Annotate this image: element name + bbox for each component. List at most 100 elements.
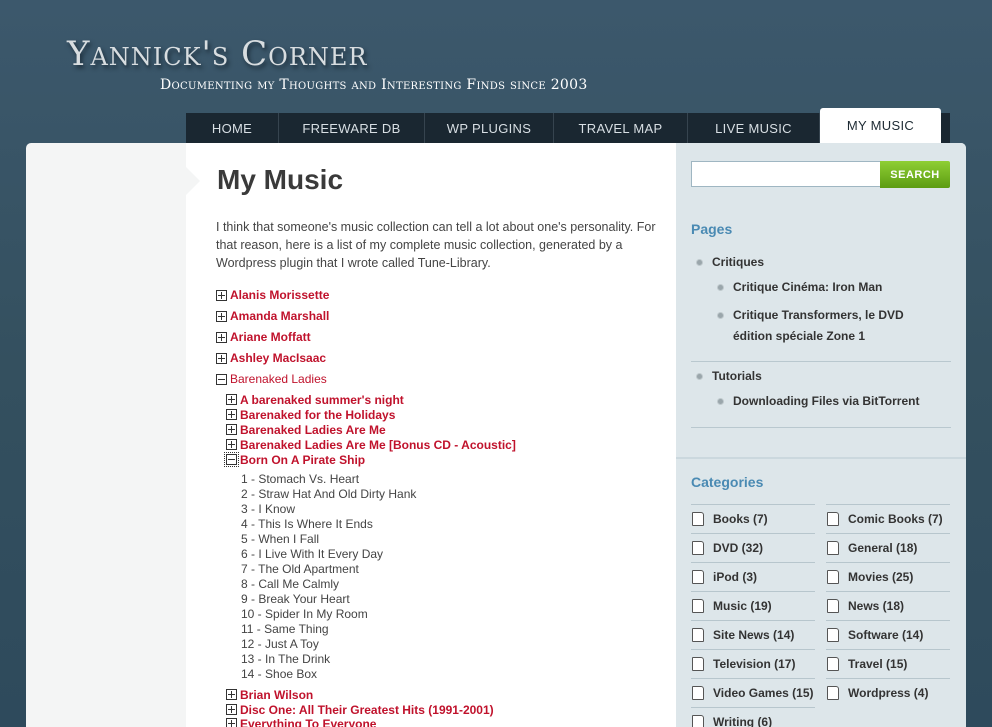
expand-plus-icon[interactable] bbox=[226, 718, 237, 727]
track-item: 2 - Straw Hat And Old Dirty Hank bbox=[241, 487, 417, 501]
track-item: 12 - Just A Toy bbox=[241, 637, 319, 651]
expand-plus-icon[interactable] bbox=[226, 424, 237, 435]
category-label: General (18) bbox=[848, 540, 918, 555]
album-link[interactable]: Everything To Everyone bbox=[240, 717, 376, 727]
album-link[interactable]: Brian Wilson bbox=[240, 688, 313, 702]
page-link-bittorrent[interactable]: Downloading Files via BitTorrent bbox=[733, 394, 919, 408]
category-label: iPod (3) bbox=[713, 569, 757, 584]
category-label: DVD (32) bbox=[713, 540, 764, 555]
album-item: Barenaked for the Holidays bbox=[226, 407, 395, 422]
category-label: Comic Books (7) bbox=[848, 511, 943, 526]
expand-plus-icon[interactable] bbox=[216, 310, 227, 322]
category-link[interactable]: Wordpress (4) bbox=[826, 678, 950, 706]
document-icon bbox=[692, 598, 704, 613]
category-link[interactable]: Movies (25) bbox=[826, 562, 950, 590]
category-link[interactable]: Books (7) bbox=[691, 504, 815, 532]
bullet-icon bbox=[717, 312, 724, 319]
category-link[interactable]: Comic Books (7) bbox=[826, 504, 950, 532]
track-item: 5 - When I Fall bbox=[241, 532, 320, 546]
site-title[interactable]: Yannick's Corner bbox=[67, 34, 368, 74]
artist-link[interactable]: Ashley MacIsaac bbox=[230, 351, 326, 365]
search-input[interactable] bbox=[691, 161, 881, 187]
track-item: 6 - I Live With It Every Day bbox=[241, 547, 384, 561]
album-item: Disc One: All Their Greatest Hits (1991-… bbox=[226, 702, 494, 717]
page-title: My Music bbox=[217, 164, 344, 195]
expand-plus-icon[interactable] bbox=[216, 352, 227, 364]
page: Yannick's Corner Documenting my Thoughts… bbox=[0, 0, 992, 727]
collapse-minus-icon[interactable] bbox=[216, 373, 227, 385]
widget-separator bbox=[676, 457, 966, 459]
nav-item-live-music[interactable]: LIVE MUSIC bbox=[688, 113, 820, 143]
nav-item-wp-plugins[interactable]: WP PLUGINS bbox=[425, 113, 554, 143]
sidebar-divider bbox=[691, 361, 951, 362]
track-item: 8 - Call Me Calmly bbox=[241, 577, 340, 591]
category-label: Travel (15) bbox=[848, 656, 908, 671]
document-icon bbox=[692, 714, 704, 727]
collapse-minus-icon[interactable] bbox=[224, 452, 239, 467]
bullet-icon bbox=[696, 373, 703, 380]
page-link-critiques[interactable]: Critiques bbox=[712, 255, 764, 269]
album-link[interactable]: Barenaked for the Holidays bbox=[240, 408, 395, 422]
expand-plus-icon[interactable] bbox=[226, 704, 237, 715]
document-icon bbox=[692, 540, 704, 555]
album-link[interactable]: Barenaked Ladies Are Me bbox=[240, 423, 386, 437]
document-icon bbox=[692, 569, 704, 584]
category-label: Books (7) bbox=[713, 511, 768, 526]
page-link-critique-iron-man[interactable]: Critique Cinéma: Iron Man bbox=[733, 280, 882, 294]
artist-link[interactable]: Amanda Marshall bbox=[230, 309, 329, 323]
artist-link[interactable]: Barenaked Ladies bbox=[230, 372, 327, 386]
main-nav: HOME FREEWARE DB WP PLUGINS TRAVEL MAP L… bbox=[186, 108, 950, 143]
track-item: 10 - Spider In My Room bbox=[241, 607, 368, 621]
nav-item-travel-map[interactable]: TRAVEL MAP bbox=[554, 113, 688, 143]
category-link[interactable]: General (18) bbox=[826, 533, 950, 561]
nav-item-my-music[interactable]: MY MUSIC bbox=[820, 108, 941, 143]
search-button[interactable]: SEARCH bbox=[880, 161, 950, 188]
category-link[interactable]: Music (19) bbox=[691, 591, 815, 619]
expand-plus-icon[interactable] bbox=[226, 439, 237, 450]
bullet-icon bbox=[717, 398, 724, 405]
artist-item: Barenaked Ladies bbox=[216, 371, 327, 387]
category-label: Site News (14) bbox=[713, 627, 795, 642]
category-link[interactable]: Video Games (15) bbox=[691, 678, 815, 706]
album-link[interactable]: A barenaked summer's night bbox=[240, 393, 404, 407]
track-item: 7 - The Old Apartment bbox=[241, 562, 359, 576]
category-label: Video Games (15) bbox=[713, 685, 814, 700]
category-link[interactable]: Site News (14) bbox=[691, 620, 815, 648]
nav-item-freeware-db[interactable]: FREEWARE DB bbox=[279, 113, 425, 143]
page-link-line: Critique Transformers, le DVD bbox=[733, 308, 904, 322]
album-item: Born On A Pirate Ship bbox=[224, 452, 365, 467]
document-icon bbox=[692, 656, 704, 671]
expand-plus-icon[interactable] bbox=[216, 331, 227, 343]
album-link[interactable]: Disc One: All Their Greatest Hits (1991-… bbox=[240, 703, 494, 717]
category-label: Writing (6) bbox=[713, 714, 773, 727]
expand-plus-icon[interactable] bbox=[216, 289, 227, 301]
track-item: 1 - Stomach Vs. Heart bbox=[241, 472, 360, 486]
page-link-line: édition spéciale Zone 1 bbox=[733, 329, 866, 343]
category-link[interactable]: DVD (32) bbox=[691, 533, 815, 561]
page-link-tutorials[interactable]: Tutorials bbox=[712, 369, 762, 383]
album-item: Everything To Everyone bbox=[226, 716, 376, 727]
category-link[interactable]: News (18) bbox=[826, 591, 950, 619]
track-item: 14 - Shoe Box bbox=[241, 667, 318, 681]
artist-link[interactable]: Alanis Morissette bbox=[230, 288, 329, 302]
expand-plus-icon[interactable] bbox=[226, 409, 237, 420]
expand-plus-icon[interactable] bbox=[226, 394, 237, 405]
category-label: News (18) bbox=[848, 598, 905, 613]
document-icon bbox=[827, 540, 839, 555]
category-link[interactable]: Software (14) bbox=[826, 620, 950, 648]
album-link[interactable]: Born On A Pirate Ship bbox=[240, 453, 365, 467]
bullet-icon bbox=[696, 259, 703, 266]
category-link[interactable]: Television (17) bbox=[691, 649, 815, 677]
category-link[interactable]: iPod (3) bbox=[691, 562, 815, 590]
category-link[interactable]: Travel (15) bbox=[826, 649, 950, 677]
nav-item-home[interactable]: HOME bbox=[186, 113, 279, 143]
artist-link[interactable]: Ariane Moffatt bbox=[230, 330, 311, 344]
expand-plus-icon[interactable] bbox=[226, 689, 237, 700]
page-link-critique-transformers[interactable]: Critique Transformers, le DVD édition sp… bbox=[733, 308, 904, 350]
category-label: Software (14) bbox=[848, 627, 924, 642]
category-link[interactable]: Writing (6) bbox=[691, 707, 815, 727]
category-label: Music (19) bbox=[713, 598, 772, 613]
artist-item: Ariane Moffatt bbox=[216, 329, 311, 345]
album-link[interactable]: Barenaked Ladies Are Me [Bonus CD - Acou… bbox=[240, 438, 516, 452]
document-icon bbox=[827, 685, 839, 700]
